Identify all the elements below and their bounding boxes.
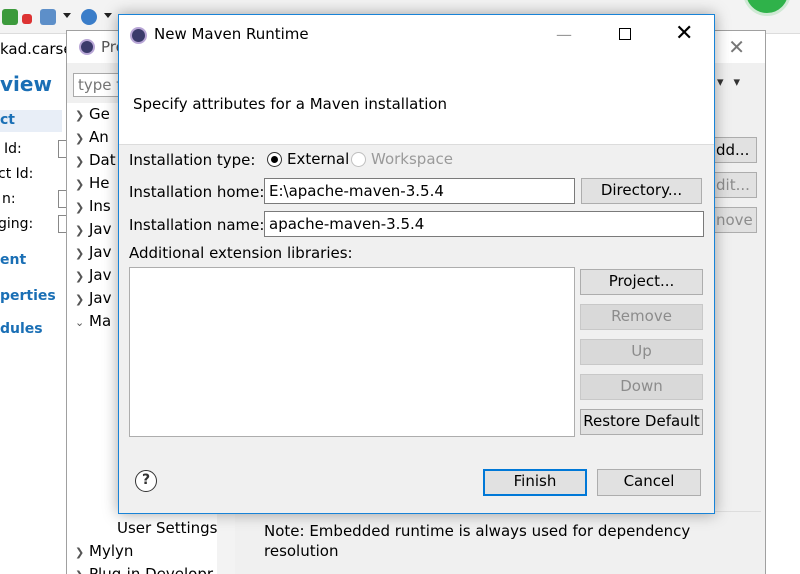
installation-name-input[interactable]	[264, 211, 704, 237]
chevron-right-icon[interactable]: ❯	[75, 155, 89, 168]
radio-workspace-label[interactable]: Workspace	[371, 150, 453, 168]
radio-workspace-button[interactable]	[351, 152, 366, 167]
installation-name-label: Installation name:	[129, 216, 265, 234]
dialog-titlebar: New Maven Runtime — ✕	[119, 15, 714, 55]
tree-item-install[interactable]: ❯ Ins	[75, 197, 111, 217]
tree-item-mylyn[interactable]: ❯ Mylyn	[75, 542, 133, 562]
remove-button[interactable]: nove	[713, 207, 757, 233]
field-label-version: n:	[2, 191, 16, 207]
tree-item-data[interactable]: ❯ Dat	[75, 151, 116, 171]
add-button[interactable]: dd...	[713, 137, 757, 163]
tree-item-java-1[interactable]: ❯ Jav	[75, 220, 112, 240]
section-parent[interactable]: ent	[0, 252, 26, 268]
field-label-artifact-id: ct Id:	[0, 166, 34, 182]
extension-libraries-list[interactable]	[129, 267, 575, 437]
dialog-footer-separator	[119, 453, 714, 454]
web-icon[interactable]	[81, 9, 97, 25]
editor-tab-title[interactable]: kad.carse	[0, 40, 73, 58]
tree-item-java-2[interactable]: ❯ Jav	[75, 243, 112, 263]
new-maven-runtime-dialog: New Maven Runtime — ✕ Specify attributes…	[118, 14, 715, 514]
dialog-message: Specify attributes for a Maven installat…	[133, 95, 448, 113]
down-button[interactable]: Down	[580, 374, 703, 400]
navigation-arrows[interactable]: ▾▾	[717, 75, 750, 90]
restore-default-button[interactable]: Restore Default	[580, 409, 703, 435]
tree-item-plugin-development[interactable]: ❯Plug-in Developr	[75, 565, 213, 574]
web-dropdown-icon[interactable]	[104, 13, 112, 18]
close-icon[interactable]: ✕	[728, 35, 745, 59]
chevron-right-icon[interactable]: ❯	[75, 132, 89, 145]
edit-button[interactable]: dit...	[713, 172, 757, 198]
field-label-group-id: Id:	[4, 141, 22, 157]
chevron-right-icon[interactable]: ❯	[75, 109, 89, 122]
tree-item-maven[interactable]: ⌄ Ma	[75, 312, 111, 332]
project-button[interactable]: Project...	[580, 269, 703, 295]
help-icon[interactable]: ?	[135, 470, 157, 492]
maximize-icon[interactable]	[619, 28, 631, 40]
chevron-down-icon[interactable]: ⌄	[75, 316, 89, 329]
dialog-message-area: Specify attributes for a Maven installat…	[119, 55, 714, 145]
close-icon[interactable]: ✕	[675, 21, 693, 46]
editor-page-heading: view	[0, 72, 52, 96]
chevron-right-icon[interactable]: ❯	[75, 569, 89, 574]
chevron-right-icon[interactable]: ❯	[75, 201, 89, 214]
section-modules[interactable]: dules	[0, 321, 43, 337]
tree-item-user-settings[interactable]: User Settings	[117, 519, 217, 539]
finish-button[interactable]: Finish	[483, 469, 587, 496]
chevron-right-icon[interactable]: ❯	[75, 224, 89, 237]
new-icon[interactable]	[40, 9, 56, 25]
installation-home-input[interactable]	[264, 178, 575, 204]
field-label-packaging: ging:	[0, 216, 34, 232]
chevron-right-icon[interactable]: ❯	[75, 270, 89, 283]
radio-external-label[interactable]: External	[287, 150, 349, 168]
chevron-right-icon[interactable]: ❯	[75, 178, 89, 191]
eclipse-logo-icon	[79, 39, 95, 55]
installation-home-label: Installation home:	[129, 183, 265, 201]
up-button[interactable]: Up	[580, 339, 703, 365]
chevron-right-icon[interactable]: ❯	[75, 293, 89, 306]
remove-button[interactable]: Remove	[580, 304, 703, 330]
chevron-right-icon[interactable]: ❯	[75, 247, 89, 260]
section-properties[interactable]: perties	[0, 288, 56, 304]
new-dropdown-icon[interactable]	[63, 13, 71, 18]
cancel-button[interactable]: Cancel	[597, 469, 701, 496]
tree-item-help[interactable]: ❯ He	[75, 174, 110, 194]
run-icon[interactable]	[2, 9, 18, 25]
debug-icon[interactable]	[22, 14, 32, 24]
radio-external-button[interactable]	[267, 152, 282, 167]
extension-libraries-label: Additional extension libraries:	[129, 244, 353, 262]
tree-item-ant[interactable]: ❯ An	[75, 128, 109, 148]
minimize-icon[interactable]: —	[556, 25, 572, 44]
embedded-runtime-note: Note: Embedded runtime is always used fo…	[264, 522, 691, 560]
eclipse-logo-icon	[130, 27, 147, 44]
directory-button[interactable]: Directory...	[581, 178, 702, 204]
installation-type-label: Installation type:	[129, 151, 256, 169]
tree-item-java-3[interactable]: ❯ Jav	[75, 266, 112, 286]
tree-item-general[interactable]: ❯ Ge	[75, 105, 110, 125]
tree-item-java-4[interactable]: ❯ Jav	[75, 289, 112, 309]
section-artifact: ct	[0, 112, 15, 128]
dialog-title: New Maven Runtime	[154, 25, 309, 43]
chevron-right-icon[interactable]: ❯	[75, 546, 89, 559]
